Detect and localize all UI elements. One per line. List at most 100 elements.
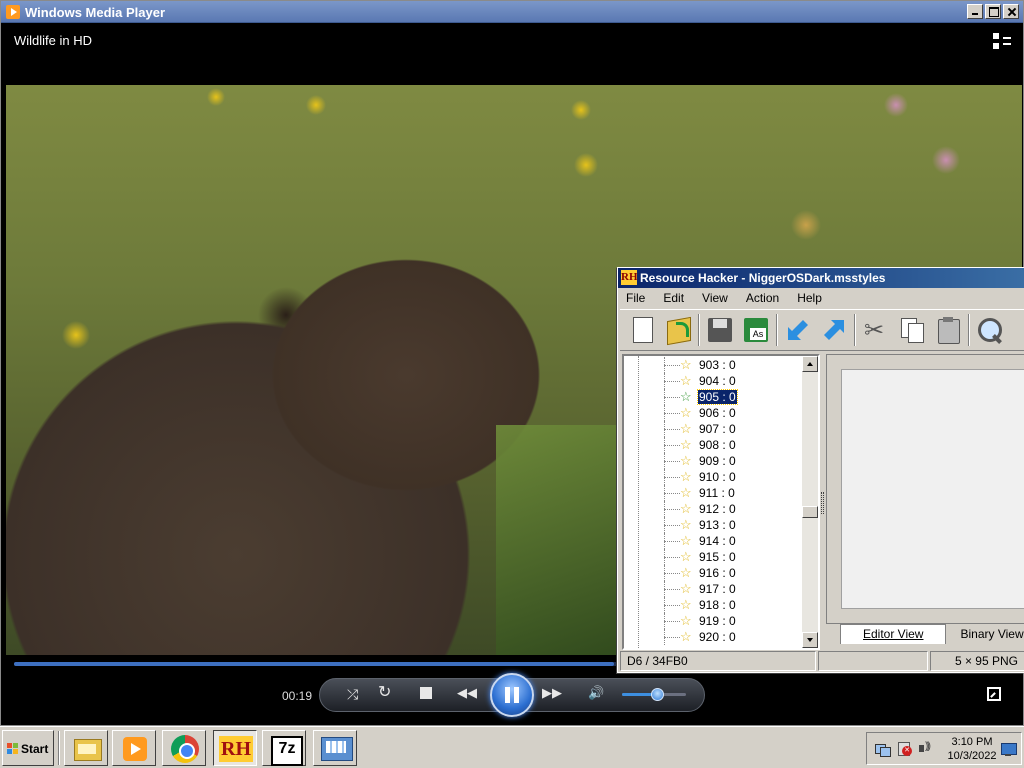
scroll-down-button[interactable] xyxy=(802,632,818,648)
scroll-up-button[interactable] xyxy=(802,356,818,372)
arrow-up-right-icon[interactable] xyxy=(818,314,850,346)
fullscreen-icon[interactable] xyxy=(987,687,1001,701)
tree-item[interactable]: ☆ 915 : 0 xyxy=(624,549,804,565)
tree-item[interactable]: ☆ 912 : 0 xyxy=(624,501,804,517)
network-icon[interactable] xyxy=(875,742,891,757)
taskbar-separator xyxy=(58,731,60,765)
tree-connector xyxy=(664,365,680,366)
resource-star-icon: ☆ xyxy=(680,389,692,404)
task-chrome[interactable] xyxy=(162,730,206,766)
tree-item[interactable]: ☆ 910 : 0 xyxy=(624,469,804,485)
previous-button[interactable]: ◀◀ xyxy=(457,685,477,701)
resource-star-icon: ☆ xyxy=(680,565,692,580)
menu-action[interactable]: Action xyxy=(737,289,788,308)
tree-item[interactable]: ☆ 903 : 0 xyxy=(624,357,804,373)
tree-item[interactable]: ☆ 907 : 0 xyxy=(624,421,804,437)
tree-item-label: 913 : 0 xyxy=(699,518,736,532)
resource-star-icon: ☆ xyxy=(680,629,692,644)
tree-item[interactable]: ☆ 919 : 0 xyxy=(624,613,804,629)
rh-window-title: Resource Hacker - NiggerOSDark.msstyles xyxy=(640,271,886,285)
action-center-icon[interactable] xyxy=(897,742,912,756)
open-file-icon[interactable] xyxy=(662,314,694,346)
system-tray: 3:10 PM 10/3/2022 xyxy=(866,732,1022,765)
media-title: Wildlife in HD xyxy=(14,33,93,48)
menu-file[interactable]: File xyxy=(618,289,654,308)
tree-item-label: 905 : 0 xyxy=(697,389,738,405)
close-button[interactable] xyxy=(1003,4,1019,19)
menu-edit[interactable]: Edit xyxy=(654,289,693,308)
task-wmp[interactable] xyxy=(112,730,156,766)
tree-item[interactable]: ☆ 918 : 0 xyxy=(624,597,804,613)
tree-item[interactable]: ☆ 916 : 0 xyxy=(624,565,804,581)
scroll-thumb[interactable] xyxy=(802,506,818,518)
wmp-titlebar[interactable]: Windows Media Player xyxy=(1,1,1023,23)
tree-connector xyxy=(664,461,680,462)
start-button[interactable]: Start xyxy=(2,730,54,766)
shuffle-icon[interactable]: ⤮ xyxy=(347,686,358,702)
volume-icon[interactable] xyxy=(919,741,933,756)
save-icon[interactable] xyxy=(704,314,736,346)
tree-item[interactable]: ☆ 913 : 0 xyxy=(624,517,804,533)
tab-editor-view[interactable]: Editor View xyxy=(840,624,947,644)
pause-button[interactable] xyxy=(490,673,534,717)
clock[interactable]: 3:10 PM 10/3/2022 xyxy=(947,735,997,763)
copy-icon[interactable] xyxy=(896,314,928,346)
arrow-down-left-icon[interactable] xyxy=(782,314,814,346)
tree-connector xyxy=(664,637,680,638)
tree-connector xyxy=(664,605,680,606)
tree-item[interactable]: ☆ 917 : 0 xyxy=(624,581,804,597)
tree-item[interactable]: ☆ 904 : 0 xyxy=(624,373,804,389)
media-player-icon xyxy=(6,5,20,19)
tree-item[interactable]: ☆ 909 : 0 xyxy=(624,453,804,469)
splitter-grip xyxy=(821,492,824,514)
new-file-icon[interactable] xyxy=(626,314,658,346)
task-resource-hacker[interactable] xyxy=(213,730,257,766)
tree-connector xyxy=(664,477,680,478)
stop-button[interactable] xyxy=(420,687,432,699)
status-offset: D6 / 34FB0 xyxy=(620,651,816,671)
tree-item-label: 904 : 0 xyxy=(699,374,736,388)
resource-star-icon: ☆ xyxy=(680,613,692,628)
next-button[interactable]: ▶▶ xyxy=(542,685,562,701)
tree-connector xyxy=(664,445,680,446)
resource-hacker-window: RH Resource Hacker - NiggerOSDark.msstyl… xyxy=(617,267,1024,673)
tree-connector xyxy=(664,573,680,574)
tree-item-label: 920 : 0 xyxy=(699,630,736,644)
menu-help[interactable]: Help xyxy=(788,289,831,308)
window-buttons xyxy=(967,4,1019,19)
task-explorer[interactable] xyxy=(64,730,108,766)
tree-connector xyxy=(664,397,680,398)
cut-icon[interactable] xyxy=(860,314,892,346)
wmp-window-title: Windows Media Player xyxy=(25,5,166,20)
tree-scrollbar[interactable] xyxy=(802,356,818,648)
tree-item[interactable]: ☆ 911 : 0 xyxy=(624,485,804,501)
tree-item[interactable]: ☆ 905 : 0 xyxy=(624,389,804,405)
tab-binary-view[interactable]: Binary View xyxy=(950,624,1023,644)
tree-connector xyxy=(664,493,680,494)
tree-item[interactable]: ☆ 906 : 0 xyxy=(624,405,804,421)
resource-tree[interactable]: ☆ 903 : 0 ☆ 904 : 0 ☆ 905 : 0 ☆ 906 : 0 ☆ 907 : 0… xyxy=(622,354,820,650)
switch-to-library-icon[interactable] xyxy=(993,33,1011,49)
menu-view[interactable]: View xyxy=(693,289,737,308)
task-control-panel[interactable] xyxy=(313,730,357,766)
find-icon[interactable] xyxy=(974,314,1006,346)
elapsed-time: 00:19 xyxy=(282,689,313,703)
rh-titlebar[interactable]: RH Resource Hacker - NiggerOSDark.msstyl… xyxy=(618,268,1024,288)
paste-icon[interactable] xyxy=(932,314,964,346)
tree-item[interactable]: ☆ 914 : 0 xyxy=(624,533,804,549)
mute-icon[interactable]: 🔊 xyxy=(588,685,604,701)
tree-connector xyxy=(664,381,680,382)
save-as-icon[interactable] xyxy=(740,314,772,346)
resource-star-icon: ☆ xyxy=(680,453,692,468)
status-dimensions: 5 × 95 PNG xyxy=(930,651,1024,671)
repeat-icon[interactable]: ↻ xyxy=(378,685,391,701)
minimize-button[interactable] xyxy=(967,4,983,19)
show-desktop-icon[interactable] xyxy=(1001,742,1017,756)
maximize-button[interactable] xyxy=(985,4,1001,19)
tree-connector xyxy=(664,621,680,622)
toolbar-separator xyxy=(776,314,778,346)
task-7zip[interactable] xyxy=(262,730,306,766)
tree-connector xyxy=(664,589,680,590)
tree-item[interactable]: ☆ 920 : 0 xyxy=(624,629,804,645)
tree-item[interactable]: ☆ 908 : 0 xyxy=(624,437,804,453)
